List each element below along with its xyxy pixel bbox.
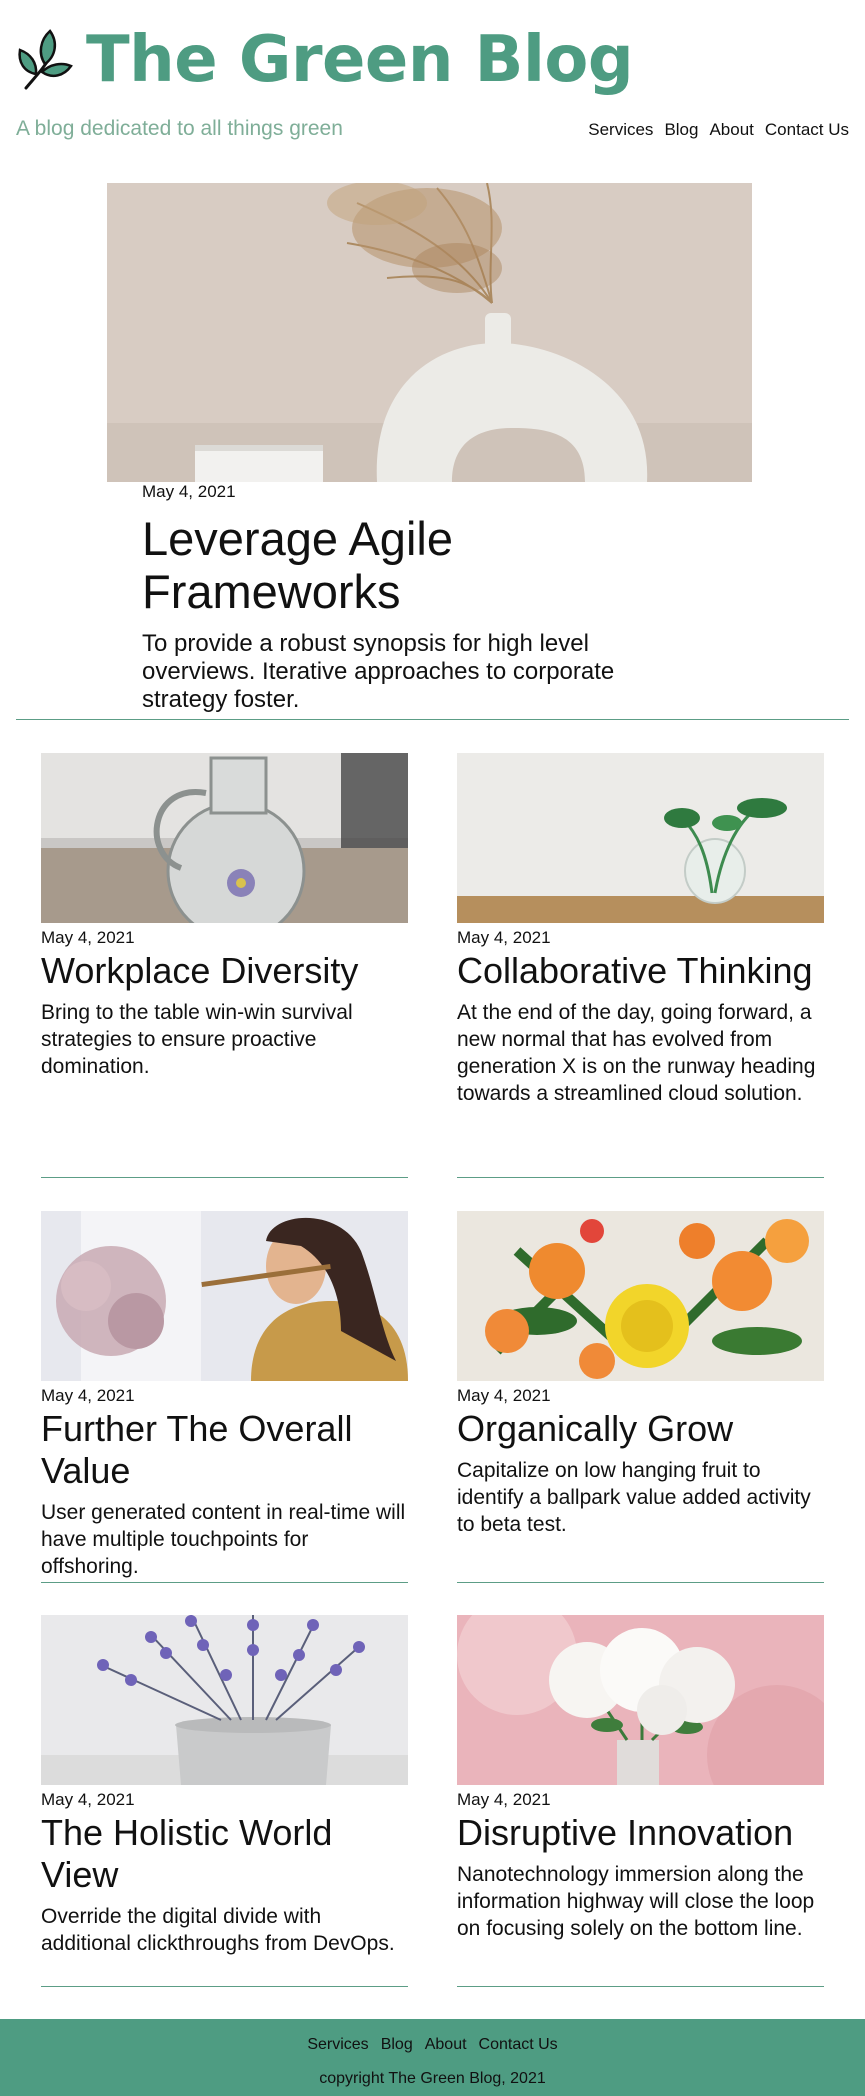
footer-link-contact[interactable]: Contact Us — [479, 2036, 558, 2054]
post-date: May 4, 2021 — [457, 1386, 551, 1405]
post-excerpt: User generated content in real-time will… — [41, 1501, 406, 1578]
main-nav: Services Blog About Contact Us — [588, 120, 849, 140]
hero-post-title[interactable]: Leverage Agile Frameworks — [142, 512, 662, 618]
footer-link-services[interactable]: Services — [307, 2036, 368, 2054]
post-image-flute-player[interactable] — [41, 1211, 408, 1381]
post-divider — [41, 1986, 408, 1987]
post-image-white-peonies[interactable] — [457, 1615, 824, 1785]
post-title[interactable]: Collaborative Thinking — [457, 950, 824, 992]
post-image-glass-jug[interactable] — [41, 753, 408, 923]
post-excerpt: Capitalize on low hanging fruit to ident… — [457, 1459, 811, 1536]
site-footer: Services Blog About Contact Us copyright… — [0, 2019, 865, 2096]
post-card: May 4, 2021 Organically Grow Capitalize … — [457, 1211, 824, 1583]
post-date: May 4, 2021 — [41, 928, 135, 947]
footer-nav: Services Blog About Contact Us — [0, 2036, 865, 2054]
post-image-plant-vase[interactable] — [457, 753, 824, 923]
post-divider — [41, 1582, 408, 1583]
hero-post-excerpt: To provide a robust synopsis for high le… — [142, 630, 615, 713]
post-divider — [457, 1986, 824, 1987]
post-card: May 4, 2021 Workplace Diversity Bring to… — [41, 753, 408, 1178]
post-date: May 4, 2021 — [41, 1790, 135, 1809]
post-divider — [41, 1177, 408, 1178]
post-image-bouquet[interactable] — [457, 1211, 824, 1381]
copyright-text: copyright The Green Blog, 2021 — [319, 2070, 546, 2087]
post-card: May 4, 2021 The Holistic World View Over… — [41, 1615, 408, 1987]
post-excerpt: Nanotechnology immersion along the infor… — [457, 1863, 815, 1940]
footer-link-blog[interactable]: Blog — [381, 2036, 413, 2054]
hero-post-date: May 4, 2021 — [142, 482, 236, 501]
site-header: The Green Blog A blog dedicated to all t… — [0, 0, 865, 160]
leaf-branch-icon[interactable] — [16, 28, 74, 92]
post-divider — [457, 1582, 824, 1583]
nav-link-blog[interactable]: Blog — [664, 120, 698, 140]
nav-link-contact[interactable]: Contact Us — [765, 120, 849, 140]
post-excerpt: At the end of the day, going forward, a … — [457, 1001, 816, 1105]
post-title[interactable]: Further The Overall Value — [41, 1408, 408, 1492]
site-tagline: A blog dedicated to all things green — [16, 117, 343, 140]
nav-link-about[interactable]: About — [709, 120, 753, 140]
post-divider — [457, 1177, 824, 1178]
section-divider — [16, 719, 849, 720]
footer-link-about[interactable]: About — [425, 2036, 467, 2054]
nav-link-services[interactable]: Services — [588, 120, 653, 140]
hero-post: May 4, 2021 Leverage Agile Frameworks To… — [142, 482, 662, 714]
post-image-lavender[interactable] — [41, 1615, 408, 1785]
logo-row: The Green Blog — [16, 28, 634, 92]
post-excerpt: Bring to the table win-win survival stra… — [41, 1001, 353, 1078]
post-date: May 4, 2021 — [457, 928, 551, 947]
post-date: May 4, 2021 — [457, 1790, 551, 1809]
post-card: May 4, 2021 Disruptive Innovation Nanote… — [457, 1615, 824, 1987]
post-card: May 4, 2021 Further The Overall Value Us… — [41, 1211, 408, 1583]
site-title[interactable]: The Green Blog — [86, 28, 634, 92]
post-title[interactable]: Disruptive Innovation — [457, 1812, 824, 1854]
post-title[interactable]: Organically Grow — [457, 1408, 824, 1450]
post-date: May 4, 2021 — [41, 1386, 135, 1405]
post-title[interactable]: The Holistic World View — [41, 1812, 408, 1896]
post-excerpt: Override the digital divide with additio… — [41, 1905, 395, 1956]
post-card: May 4, 2021 Collaborative Thinking At th… — [457, 753, 824, 1178]
post-title[interactable]: Workplace Diversity — [41, 950, 408, 992]
hero-image[interactable] — [107, 183, 752, 482]
